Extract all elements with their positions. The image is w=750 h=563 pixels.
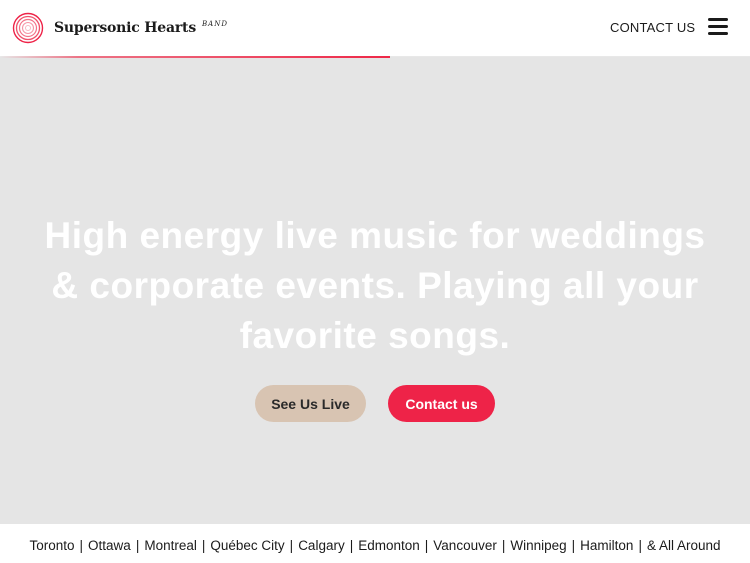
- brand-name: Supersonic Hearts: [54, 20, 197, 36]
- city-separator: |: [289, 538, 294, 553]
- city-separator: |: [201, 538, 206, 553]
- city-link[interactable]: Ottawa: [88, 538, 131, 553]
- hamburger-menu-icon[interactable]: [708, 18, 728, 35]
- city-separator: |: [349, 538, 354, 553]
- cities-list: Toronto | Ottawa | Montreal | Québec City | Calg…: [0, 524, 750, 563]
- city-link[interactable]: Montreal: [144, 538, 197, 553]
- city-link[interactable]: Calgary: [298, 538, 345, 553]
- city-link[interactable]: Hamilton: [580, 538, 633, 553]
- city-link[interactable]: Québec City: [210, 538, 284, 553]
- city-link[interactable]: Toronto: [29, 538, 74, 553]
- see-us-live-button[interactable]: See Us Live: [255, 385, 366, 422]
- city-separator: |: [501, 538, 506, 553]
- brand-subtitle: BAND: [202, 20, 228, 28]
- site-header: Supersonic Hearts BAND CONTACT US: [0, 0, 750, 57]
- city-link[interactable]: Vancouver: [433, 538, 497, 553]
- city-link[interactable]: Winnipeg: [510, 538, 566, 553]
- hero-section: High energy live music for weddings & co…: [0, 58, 750, 524]
- contact-us-button[interactable]: Contact us: [388, 385, 495, 422]
- home-logo-link[interactable]: Supersonic Hearts BAND: [12, 12, 228, 44]
- city-separator: |: [135, 538, 140, 553]
- city-link[interactable]: & All Around: [647, 538, 721, 553]
- hero-headline: High energy live music for weddings & co…: [44, 215, 706, 356]
- city-separator: |: [571, 538, 576, 553]
- contact-us-link[interactable]: CONTACT US: [610, 20, 695, 35]
- city-link[interactable]: Edmonton: [358, 538, 420, 553]
- city-separator: |: [424, 538, 429, 553]
- city-separator: |: [79, 538, 84, 553]
- city-separator: |: [638, 538, 642, 553]
- concentric-heart-logo-icon: [12, 12, 44, 44]
